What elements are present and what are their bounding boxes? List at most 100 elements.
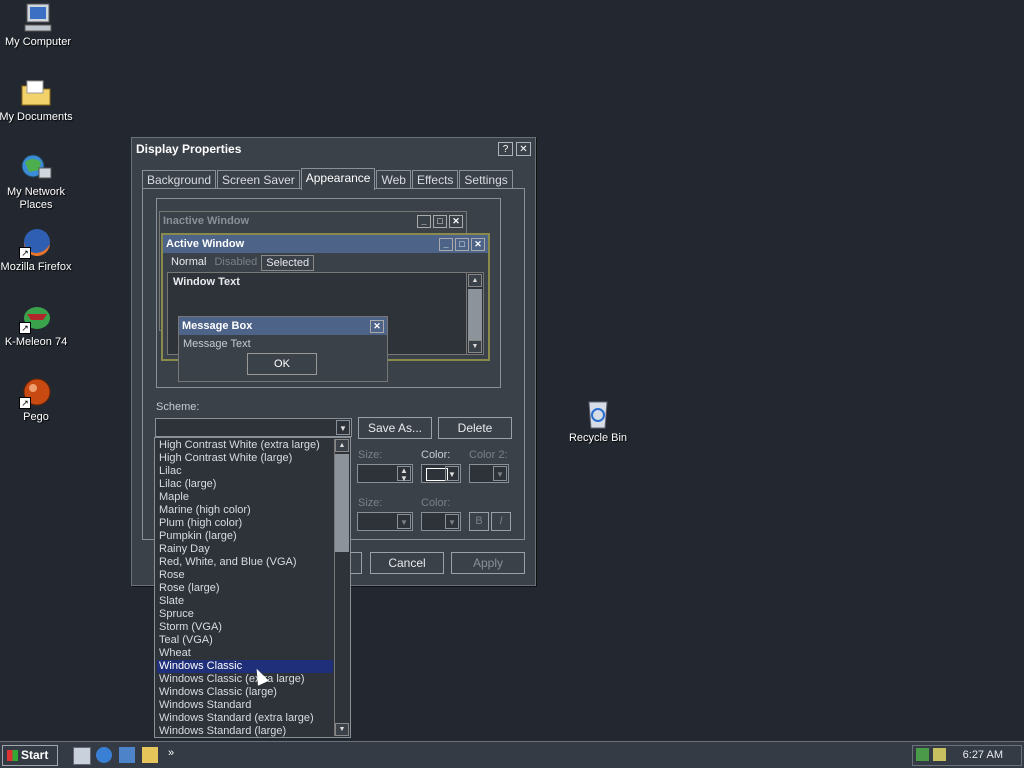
item-color-picker[interactable]: ▼ (421, 464, 461, 483)
computer-icon (21, 2, 55, 34)
show-desktop-icon[interactable] (73, 747, 91, 765)
font-color-label: Color: (421, 497, 451, 509)
scroll-down-icon: ▼ (468, 340, 482, 353)
minimize-icon: _ (439, 237, 453, 251)
scheme-option[interactable]: Windows Standard (extra large) (157, 712, 333, 725)
scroll-down-icon[interactable]: ▼ (335, 723, 349, 736)
chevron-down-icon[interactable]: ▼ (445, 466, 459, 481)
preview-ok-button: OK (247, 353, 317, 375)
scroll-up-icon: ▲ (468, 274, 482, 287)
scheme-option[interactable]: Maple (157, 491, 333, 504)
scheme-dropdown-list[interactable]: High Contrast White (extra large) High Co… (154, 437, 351, 738)
scroll-thumb[interactable] (335, 454, 349, 552)
italic-button[interactable]: I (491, 512, 511, 531)
scheme-options: High Contrast White (extra large) High Co… (157, 439, 333, 737)
tab-screen-saver[interactable]: Screen Saver (217, 170, 300, 189)
scheme-option[interactable]: Marine (high color) (157, 504, 333, 517)
scheme-option[interactable]: Lilac (large) (157, 478, 333, 491)
scheme-option[interactable]: Spruce (157, 608, 333, 621)
start-label: Start (21, 748, 49, 762)
scheme-label: Scheme: (156, 401, 200, 413)
save-as-button[interactable]: Save As... (358, 417, 432, 439)
scheme-option[interactable]: Rainy Day (157, 543, 333, 556)
scheme-option[interactable]: Storm (VGA) (157, 621, 333, 634)
menu-disabled: Disabled (214, 256, 258, 268)
font-color-picker[interactable]: ▼ (421, 512, 461, 531)
close-button[interactable]: ✕ (516, 142, 531, 156)
inactive-window-title: Inactive Window (163, 215, 250, 227)
menu-selected: Selected (261, 255, 315, 271)
minimize-icon: _ (417, 214, 431, 228)
chevron-down-icon[interactable]: ▼ (445, 514, 459, 529)
scheme-option[interactable]: Teal (VGA) (157, 634, 333, 647)
chevron-down-icon[interactable]: ▼ (397, 514, 411, 529)
preview-menubar: Normal Disabled Selected (163, 253, 488, 273)
dropdown-scrollbar[interactable]: ▲ ▼ (334, 439, 349, 736)
folder-icon (19, 77, 53, 109)
scroll-up-icon[interactable]: ▲ (335, 439, 349, 452)
icon-label: Pego (23, 411, 49, 423)
dialog-title: Display Properties (136, 142, 242, 156)
apply-button[interactable]: Apply (451, 552, 525, 574)
desktop-icon-pego[interactable]: ↗ Pego (0, 377, 74, 424)
internet-explorer-icon[interactable] (96, 747, 112, 763)
scheme-option[interactable]: Wheat (157, 647, 333, 660)
scheme-option[interactable]: Windows Standard (157, 699, 333, 712)
font-size-select[interactable]: ▼ (357, 512, 413, 531)
system-tray: 6:27 AM (912, 745, 1022, 766)
scheme-option[interactable]: Lilac (157, 465, 333, 478)
scheme-option[interactable]: Slate (157, 595, 333, 608)
desktop-icon-k-meleon[interactable]: ↗ K-Meleon 74 (0, 302, 74, 349)
scheme-select[interactable]: ▼ (155, 418, 352, 437)
scheme-option[interactable]: Windows Classic (large) (157, 686, 333, 699)
scheme-option[interactable]: Plum (high color) (157, 517, 333, 530)
dialog-titlebar[interactable]: Display Properties ? ✕ (132, 138, 535, 160)
desktop-icon-my-documents[interactable]: My Documents (0, 77, 74, 124)
cancel-button[interactable]: Cancel (370, 552, 444, 574)
scheme-option[interactable]: Windows Standard (large) (157, 725, 333, 737)
scheme-option[interactable]: Rose (large) (157, 582, 333, 595)
message-text: Message Text (183, 338, 251, 350)
item-size-spinner[interactable]: ▲ ▼ (357, 464, 413, 483)
help-button[interactable]: ? (498, 142, 513, 156)
kmeleon-icon: ↗ (19, 302, 53, 334)
active-window-title: Active Window (166, 238, 245, 250)
quick-launch-more-icon[interactable]: » (168, 747, 174, 759)
item-color-2-picker[interactable]: ▼ (469, 464, 509, 483)
maximize-icon: □ (455, 237, 469, 251)
chevron-down-icon[interactable]: ▼ (336, 420, 350, 435)
tab-settings[interactable]: Settings (459, 170, 513, 189)
tab-effects[interactable]: Effects (411, 170, 459, 189)
close-icon: ✕ (471, 237, 485, 251)
tab-background[interactable]: Background (142, 170, 217, 189)
clock[interactable]: 6:27 AM (963, 749, 1003, 761)
delete-button[interactable]: Delete (438, 417, 512, 439)
scheme-option[interactable]: Rose (157, 569, 333, 582)
scheme-option[interactable]: High Contrast White (large) (157, 452, 333, 465)
bold-button[interactable]: B (469, 512, 489, 531)
chevron-down-icon[interactable]: ▼ (493, 466, 507, 481)
network-tray-icon[interactable] (916, 748, 929, 761)
start-button[interactable]: Start (2, 745, 58, 766)
spinner-icon[interactable]: ▲ ▼ (397, 466, 411, 483)
tab-web[interactable]: Web (376, 170, 411, 189)
icon-label: My Computer (4, 36, 72, 48)
icon-label: Recycle Bin (568, 432, 628, 444)
tab-appearance[interactable]: Appearance (300, 168, 376, 190)
scheme-option[interactable]: Windows Classic (extra large) (157, 673, 333, 686)
icon-label: My Network Places (6, 186, 66, 211)
desktop-icon-recycle-bin[interactable]: Recycle Bin (560, 398, 636, 445)
volume-tray-icon[interactable] (933, 748, 946, 761)
scheme-option[interactable]: Red, White, and Blue (VGA) (157, 556, 333, 569)
desktop-icon-mozilla-firefox[interactable]: ↗ Mozilla Firefox (0, 227, 74, 274)
scheme-option[interactable]: High Contrast White (extra large) (157, 439, 333, 452)
message-box-title: Message Box (182, 320, 253, 332)
size-label: Size: (358, 449, 383, 461)
desktop-icon-my-computer[interactable]: My Computer (0, 2, 76, 49)
scheme-option[interactable]: Windows Classic (157, 660, 333, 673)
outlook-express-icon[interactable] (119, 747, 135, 763)
explorer-icon[interactable] (142, 747, 158, 763)
desktop-icon-my-network-places[interactable]: My Network Places (0, 152, 74, 212)
scheme-option[interactable]: Pumpkin (large) (157, 530, 333, 543)
shortcut-arrow-icon: ↗ (19, 397, 31, 409)
